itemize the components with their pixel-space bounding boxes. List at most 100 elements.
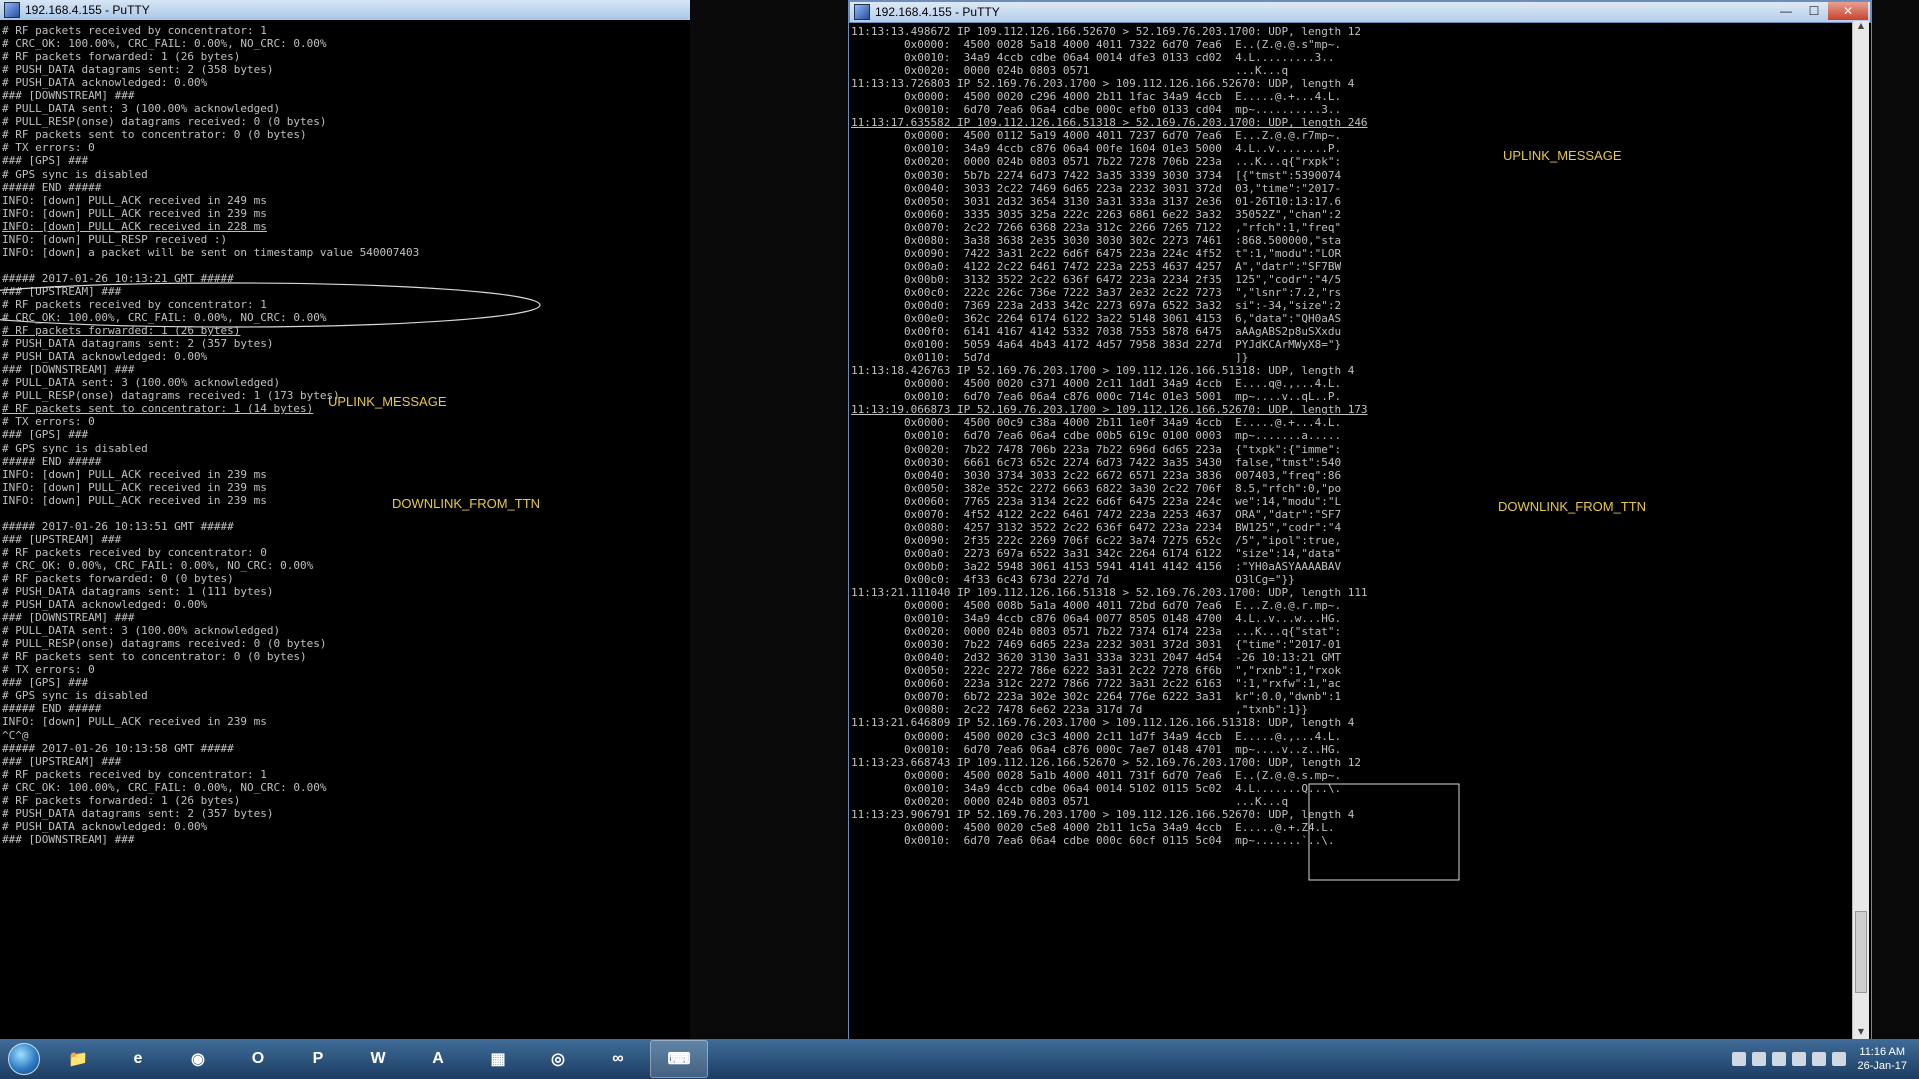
taskbar-calculator-icon[interactable]: ▦	[470, 1041, 526, 1077]
terminal-line: # PULL_DATA sent: 3 (100.00% acknowledge…	[2, 376, 281, 390]
terminal-line: 0x0000: 4500 0020 c371 4000 2c11 1dd1 34…	[851, 377, 1342, 391]
terminal-line: 0x0010: 34a9 4ccb cdbe 06a4 0014 dfe3 01…	[851, 51, 1335, 65]
terminal-line: 0x0010: 34a9 4ccb c876 06a4 00fe 1604 01…	[851, 142, 1342, 156]
terminal-line: # PUSH_DATA datagrams sent: 2 (357 bytes…	[2, 806, 274, 820]
taskbar-chrome-icon[interactable]: ◉	[170, 1041, 226, 1077]
terminal-line: 0x0100: 5059 4a64 4b43 4172 4d57 7958 38…	[851, 338, 1342, 352]
terminal-line: 0x0010: 6d70 7ea6 06a4 c876 000c 7ae7 01…	[851, 742, 1342, 756]
left-putty-window[interactable]: 192.168.4.155 - PuTTY # RF packets recei…	[0, 0, 690, 1040]
terminal-line: ### [UPSTREAM] ###	[2, 754, 122, 768]
terminal-line: 0x0000: 4500 0020 c3c3 4000 2c11 1d7f 34…	[851, 729, 1342, 743]
taskbar-putty-icon[interactable]: ⌨	[650, 1040, 708, 1078]
terminal-line: # TX errors: 0	[2, 415, 95, 429]
close-button[interactable]: ✕	[1828, 2, 1868, 20]
right-uplink-annotation: UPLINK_MESSAGE	[1503, 148, 1622, 163]
putty-icon	[4, 2, 20, 18]
terminal-line: # PUSH_DATA datagrams sent: 2 (357 bytes…	[2, 337, 274, 351]
terminal-line: 0x0050: 382e 352c 2272 6663 6822 3a30 2c…	[851, 481, 1342, 495]
taskbar-internet-explorer-icon[interactable]: e	[110, 1041, 166, 1077]
terminal-line: 11:13:23.668743 IP 109.112.126.166.52670…	[851, 755, 1361, 769]
tray-icon[interactable]	[1792, 1052, 1807, 1066]
left-uplink-annotation: UPLINK_MESSAGE	[328, 394, 447, 409]
terminal-line: INFO: [down] PULL_ACK received in 249 ms	[2, 193, 267, 207]
terminal-line: ##### 2017-01-26 10:13:51 GMT #####	[2, 519, 234, 533]
terminal-line: 0x00c0: 222c 226c 736e 7222 3a37 2e32 2c…	[851, 285, 1342, 299]
taskbar-powerpoint-icon[interactable]: P	[290, 1041, 346, 1077]
network-icon[interactable]	[1812, 1052, 1827, 1066]
terminal-line: 0x0000: 4500 0020 c5e8 4000 2b11 1c5a 34…	[851, 820, 1335, 834]
right-window-titlebar[interactable]: 192.168.4.155 - PuTTY — ☐ ✕	[849, 1, 1871, 23]
terminal-line: 0x0040: 2d32 3620 3130 3a31 333a 3231 20…	[851, 651, 1342, 665]
terminal-line: 0x0020: 0000 024b 0803 0571 7b22 7278 70…	[851, 155, 1342, 169]
clock[interactable]: 11:16 AM 26-Jan-17	[1857, 1045, 1907, 1073]
clock-time: 11:16 AM	[1859, 1046, 1906, 1058]
terminal-line: # PULL_RESP(onse) datagrams received: 0 …	[2, 115, 327, 129]
terminal-line: # RF packets received by concentrator: 1	[2, 297, 267, 311]
terminal-line: 0x0020: 0000 024b 0803 0571 7b22 7374 61…	[851, 625, 1342, 639]
terminal-line: # PULL_RESP(onse) datagrams received: 0 …	[2, 637, 327, 651]
terminal-line: 0x0090: 2f35 222c 2269 706f 6c22 3a74 72…	[851, 533, 1342, 547]
volume-icon[interactable]	[1832, 1052, 1847, 1066]
scrollbar-thumb[interactable]	[1855, 911, 1867, 993]
windows-orb-icon	[8, 1043, 40, 1075]
left-terminal-output[interactable]: # RF packets received by concentrator: 1…	[2, 24, 690, 1040]
right-terminal-output[interactable]: 11:13:13.498672 IP 109.112.126.166.52670…	[851, 25, 1851, 1041]
left-window-titlebar[interactable]: 192.168.4.155 - PuTTY	[0, 0, 690, 20]
minimize-button[interactable]: —	[1772, 2, 1800, 20]
maximize-button[interactable]: ☐	[1800, 2, 1828, 20]
tray-icon[interactable]	[1752, 1052, 1767, 1066]
terminal-line: ### [GPS] ###	[2, 428, 89, 442]
terminal-line: ### [DOWNSTREAM] ###	[2, 89, 135, 103]
terminal-line: 0x0080: 4257 3132 3522 2c22 636f 6472 22…	[851, 520, 1342, 534]
terminal-line: 0x0010: 34a9 4ccb c876 06a4 0077 8505 01…	[851, 612, 1342, 626]
terminal-line: 11:13:13.726803 IP 52.169.76.203.1700 > …	[851, 77, 1355, 91]
taskbar-word-icon[interactable]: W	[350, 1041, 406, 1077]
scroll-up-arrow-icon[interactable]: ▲	[1853, 21, 1869, 35]
terminal-line: 0x0050: 3031 2d32 3654 3130 3a31 333a 31…	[851, 194, 1342, 208]
terminal-line: 0x0060: 7765 223a 3134 2c22 6d6f 6475 22…	[851, 494, 1342, 508]
terminal-line: INFO: [down] PULL_ACK received in 239 ms	[2, 206, 267, 220]
terminal-line: 0x00b0: 3132 3522 2c22 636f 6472 223a 22…	[851, 272, 1342, 286]
terminal-line: 11:13:21.646809 IP 52.169.76.203.1700 > …	[851, 716, 1355, 730]
terminal-line: ### [UPSTREAM] ###	[2, 532, 122, 546]
taskbar-acrobat-icon[interactable]: A	[410, 1041, 466, 1077]
taskbar-arduino-icon[interactable]: ∞	[590, 1041, 646, 1077]
terminal-line: INFO: [down] PULL_ACK received in 239 ms	[2, 715, 267, 729]
terminal-line: 0x0030: 5b7b 2274 6d73 7422 3a35 3339 30…	[851, 168, 1342, 182]
tray-icon[interactable]	[1772, 1052, 1787, 1066]
taskbar-app-blue-icon[interactable]: ◎	[530, 1041, 586, 1077]
terminal-line: ##### END #####	[2, 702, 102, 716]
terminal-line: # PUSH_DATA acknowledged: 0.00%	[2, 819, 208, 833]
terminal-line: ### [GPS] ###	[2, 676, 89, 690]
tray-icon[interactable]	[1732, 1052, 1747, 1066]
terminal-line: ### [DOWNSTREAM] ###	[2, 611, 135, 625]
terminal-line: 0x0000: 4500 0028 5a1b 4000 4011 731f 6d…	[851, 768, 1342, 782]
terminal-line: 0x0090: 7422 3a31 2c22 6d6f 6475 223a 22…	[851, 246, 1342, 260]
terminal-line: # RF packets forwarded: 1 (26 bytes)	[2, 324, 241, 338]
putty-icon	[854, 4, 870, 20]
terminal-line: # RF packets received by concentrator: 1	[2, 24, 267, 37]
terminal-line: ##### END #####	[2, 180, 102, 194]
terminal-line: 0x00a0: 2273 697a 6522 3a31 342c 2264 61…	[851, 546, 1342, 560]
terminal-line: 11:13:21.111040 IP 109.112.126.166.51318…	[851, 586, 1368, 600]
right-putty-window[interactable]: 192.168.4.155 - PuTTY — ☐ ✕ 11:13:13.498…	[848, 0, 1872, 1042]
terminal-line: 0x0010: 6d70 7ea6 06a4 c876 000c 714c 01…	[851, 390, 1342, 404]
terminal-line: 0x00c0: 4f33 6c43 673d 227d 7d O3lCg="}}	[851, 572, 1295, 586]
terminal-line: ##### 2017-01-26 10:13:21 GMT #####	[2, 271, 234, 285]
terminal-line: INFO: [down] PULL_ACK received in 228 ms	[2, 219, 267, 233]
terminal-line: 0x0000: 4500 008b 5a1a 4000 4011 72bd 6d…	[851, 599, 1342, 613]
terminal-line: 0x0000: 4500 0112 5a19 4000 4011 7237 6d…	[851, 129, 1342, 143]
taskbar-outlook-icon[interactable]: O	[230, 1041, 286, 1077]
terminal-line: 0x0000: 4500 0020 c296 4000 2b11 1fac 34…	[851, 90, 1342, 104]
window-controls: — ☐ ✕	[1772, 2, 1868, 20]
start-button[interactable]	[0, 1039, 48, 1079]
terminal-line: 0x0060: 223a 312c 2272 7866 7722 3a31 2c…	[851, 677, 1342, 691]
terminal-line: # PUSH_DATA acknowledged: 0.00%	[2, 350, 208, 364]
taskbar-explorer-icon[interactable]: 📁	[50, 1041, 106, 1077]
terminal-line: 0x0110: 5d7d ]}	[851, 351, 1249, 365]
right-scrollbar[interactable]: ▲ ▼	[1852, 21, 1869, 1041]
terminal-line: # CRC_OK: 100.00%, CRC_FAIL: 0.00%, NO_C…	[2, 780, 327, 794]
terminal-line: # RF packets received by concentrator: 0	[2, 545, 267, 559]
terminal-line: # PULL_DATA sent: 3 (100.00% acknowledge…	[2, 102, 281, 116]
